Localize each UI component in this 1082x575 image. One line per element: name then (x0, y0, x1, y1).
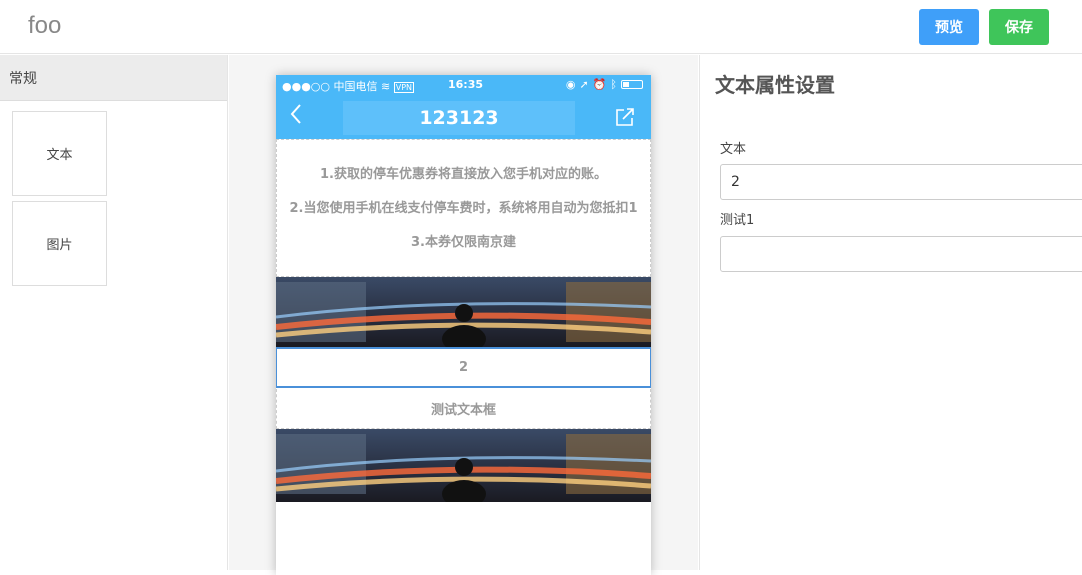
lock-rotation-icon: ◉ (565, 78, 576, 91)
bluetooth-icon: ᛒ (610, 78, 617, 91)
test1-field-label: 测试1 (720, 213, 755, 228)
battery-icon (621, 80, 643, 89)
share-icon[interactable] (615, 107, 635, 131)
component-sidebar: 常规 文本 图片 (0, 55, 228, 570)
banner-image[interactable] (276, 429, 651, 502)
chevron-left-icon[interactable] (290, 103, 302, 131)
phone-preview: ●●●○○ 中国电信 ≋ VPN 16:35 ◉ ➚ ⏰ ᛒ 123123 1.获取的… (276, 75, 651, 575)
widget-text[interactable]: 文本 (12, 111, 107, 196)
phone-nav-bar: 123123 (276, 95, 651, 139)
sidebar-section-title: 常规 (0, 55, 227, 101)
location-icon: ➚ (579, 78, 589, 91)
carrier-label: ●●●○○ 中国电信 ≋ VPN (282, 80, 414, 93)
editor-canvas: ●●●○○ 中国电信 ≋ VPN 16:35 ◉ ➚ ⏰ ᛒ 123123 1.获取的… (229, 55, 698, 575)
alarm-icon: ⏰ (592, 78, 607, 91)
banner-image[interactable] (276, 277, 651, 347)
status-time: 16:35 (448, 78, 484, 91)
top-bar: foo 预览 保存 (0, 0, 1082, 54)
properties-title: 文本属性设置 (715, 73, 835, 97)
status-icons: ◉ ➚ ⏰ ᛒ (566, 78, 643, 91)
text-component[interactable]: 1.获取的停车优惠券将直接放入您手机对应的账。 2.当您使用手机在线支付停车费时… (276, 139, 651, 277)
text-field-input[interactable] (720, 164, 1082, 200)
properties-panel: 文本属性设置 文本 测试1 (699, 55, 1082, 570)
save-button[interactable]: 保存 (989, 9, 1049, 45)
page-title[interactable]: 123123 (343, 101, 575, 135)
text-line: 1.获取的停车优惠券将直接放入您手机对应的账。 (320, 167, 607, 182)
phone-status-bar: ●●●○○ 中国电信 ≋ VPN 16:35 ◉ ➚ ⏰ ᛒ (276, 75, 651, 95)
caption-text-component[interactable]: 测试文本框 (276, 389, 651, 429)
text-line: 3.本券仅限南京建 (411, 235, 516, 250)
preview-button[interactable]: 预览 (919, 9, 979, 45)
text-line: 2.当您使用手机在线支付停车费时，系统将用自动为您抵扣1 (289, 201, 638, 216)
wifi-icon: ≋ (381, 80, 391, 93)
selected-text-component[interactable]: 2 (276, 347, 651, 388)
vpn-badge: VPN (393, 82, 414, 93)
app-title: foo (28, 12, 62, 39)
test1-field-input[interactable] (720, 236, 1082, 272)
widget-image[interactable]: 图片 (12, 201, 107, 286)
text-field-label: 文本 (720, 142, 747, 157)
